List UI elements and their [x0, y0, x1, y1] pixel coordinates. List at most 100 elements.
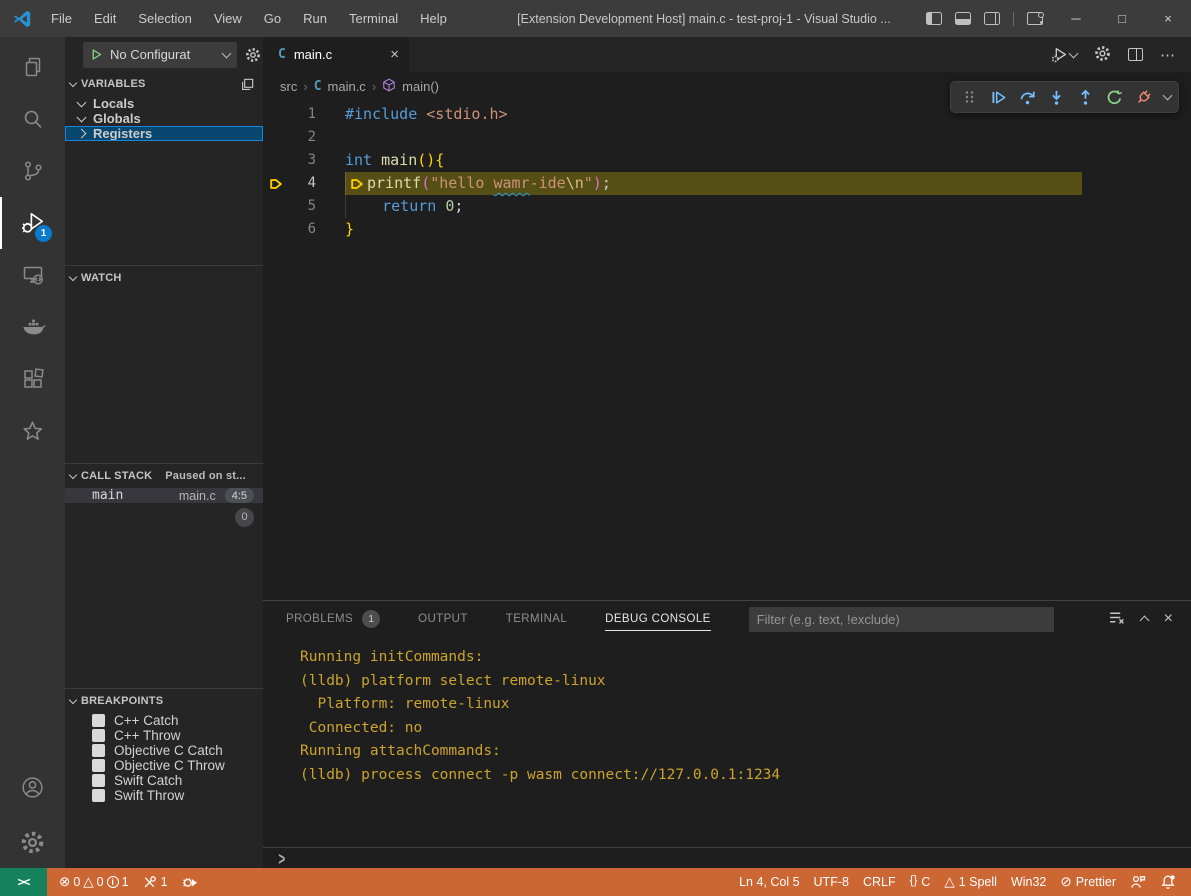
tab-main-c[interactable]: C main.c × — [263, 37, 409, 72]
toolbar-gripper-icon[interactable] — [958, 85, 981, 109]
toggle-panel-icon[interactable] — [955, 12, 971, 25]
breakpoint-row[interactable]: C++ Throw — [65, 728, 263, 743]
call-stack-header[interactable]: CALL STACK Paused on st... — [65, 464, 263, 488]
breakpoint-checkbox[interactable] — [92, 729, 105, 742]
step-out-button[interactable] — [1074, 85, 1097, 109]
language-mode[interactable]: {} C — [903, 875, 938, 889]
panel-tab-debug-console[interactable]: DEBUG CONSOLE — [605, 601, 711, 637]
clear-console-icon[interactable] — [1108, 609, 1125, 629]
remote-indicator[interactable]: >< — [0, 868, 47, 896]
continue-button[interactable] — [987, 85, 1010, 109]
more-actions-icon[interactable]: ⋯ — [1160, 46, 1176, 64]
run-or-debug-button[interactable] — [1051, 46, 1077, 63]
breakpoint-zone[interactable] — [263, 195, 289, 218]
breakpoint-row[interactable]: C++ Catch — [65, 713, 263, 728]
menu-help[interactable]: Help — [409, 0, 458, 37]
activity-docker-icon[interactable] — [0, 301, 65, 353]
activity-source-control-icon[interactable] — [0, 145, 65, 197]
console-filter-input[interactable] — [749, 607, 1054, 632]
editor-settings-gear-icon[interactable] — [1094, 45, 1111, 65]
breakpoint-checkbox[interactable] — [92, 774, 105, 787]
variables-item-locals[interactable]: Locals — [65, 96, 263, 111]
panel-tab-output[interactable]: OUTPUT — [418, 601, 468, 637]
call-stack-frame[interactable]: mainmain.c4:5 — [65, 488, 263, 503]
menu-view[interactable]: View — [203, 0, 253, 37]
activity-account-icon[interactable] — [0, 764, 65, 816]
cursor-position[interactable]: Ln 4, Col 5 — [732, 875, 806, 889]
debug-current-line-arrow-icon[interactable] — [263, 172, 289, 195]
restart-button[interactable] — [1103, 85, 1126, 109]
variables-header[interactable]: VARIABLES — [65, 72, 263, 96]
breakpoint-row[interactable]: Objective C Catch — [65, 743, 263, 758]
menu-terminal[interactable]: Terminal — [338, 0, 409, 37]
gutter[interactable]: 5 — [263, 195, 345, 218]
editor-area[interactable]: src › C main.c › main() — [263, 72, 1191, 600]
menu-run[interactable]: Run — [292, 0, 338, 37]
breadcrumb-file[interactable]: main.c — [328, 79, 366, 94]
activity-extensions-icon[interactable] — [0, 353, 65, 405]
breakpoint-checkbox[interactable] — [92, 744, 105, 757]
menu-go[interactable]: Go — [253, 0, 292, 37]
maximize-button[interactable]: □ — [1099, 0, 1145, 37]
tools-status[interactable]: 1 — [135, 868, 175, 896]
breakpoint-row[interactable]: Objective C Throw — [65, 758, 263, 773]
gutter[interactable]: 2 — [263, 126, 345, 149]
menu-edit[interactable]: Edit — [83, 0, 127, 37]
activity-remote-explorer-icon[interactable] — [0, 249, 65, 301]
platform-status[interactable]: Win32 — [1004, 875, 1053, 889]
breakpoint-row[interactable]: Swift Catch — [65, 773, 263, 788]
code-lines[interactable]: 1#include <stdio.h>23int main(){4printf(… — [263, 100, 1191, 600]
toolbar-chevron-down-icon[interactable] — [1163, 91, 1173, 101]
debug-console-output[interactable]: Running initCommands:(lldb) platform sel… — [263, 637, 1191, 847]
encoding[interactable]: UTF-8 — [807, 875, 856, 889]
step-into-button[interactable] — [1045, 85, 1068, 109]
toggle-secondary-sidebar-icon[interactable] — [984, 12, 1000, 25]
menu-selection[interactable]: Selection — [127, 0, 202, 37]
breakpoint-zone[interactable] — [263, 149, 289, 172]
debug-status[interactable] — [175, 868, 205, 896]
gutter[interactable]: 6 — [263, 218, 345, 241]
notifications-status[interactable] — [1153, 874, 1183, 890]
formatter-status[interactable]: ⊘ Prettier — [1053, 875, 1123, 889]
activity-search-icon[interactable] — [0, 93, 65, 145]
gutter[interactable]: 3 — [263, 149, 345, 172]
minimize-button[interactable]: ─ — [1053, 0, 1099, 37]
breakpoints-header[interactable]: BREAKPOINTS — [65, 689, 263, 713]
gutter[interactable]: 4 — [263, 172, 345, 195]
variables-item-registers[interactable]: Registers — [65, 126, 263, 141]
breakpoint-checkbox[interactable] — [92, 714, 105, 727]
watch-header[interactable]: WATCH — [65, 266, 263, 290]
debug-config-dropdown[interactable]: No Configurat — [83, 42, 237, 68]
maximize-panel-icon[interactable] — [1139, 616, 1149, 626]
toggle-sidebar-icon[interactable] — [926, 12, 942, 25]
debug-settings-gear-icon[interactable] — [245, 47, 261, 63]
breakpoint-checkbox[interactable] — [92, 759, 105, 772]
activity-star-icon[interactable] — [0, 405, 65, 457]
step-over-button[interactable] — [1016, 85, 1039, 109]
gutter[interactable]: 1 — [263, 103, 345, 126]
tab-close-icon[interactable]: × — [390, 46, 399, 63]
panel-tab-terminal[interactable]: TERMINAL — [506, 601, 567, 637]
activity-explorer-icon[interactable] — [0, 41, 65, 93]
eol-sequence[interactable]: CRLF — [856, 875, 903, 889]
breadcrumb-symbol[interactable]: main() — [402, 79, 439, 94]
disconnect-button[interactable] — [1132, 85, 1155, 109]
problems-status[interactable]: ⊗ 0 △ 0 i 1 — [53, 875, 135, 889]
variables-item-globals[interactable]: Globals — [65, 111, 263, 126]
collapse-all-icon[interactable] — [240, 77, 255, 92]
menu-file[interactable]: File — [40, 0, 83, 37]
feedback-status[interactable] — [1123, 874, 1153, 890]
activity-settings-gear-icon[interactable] — [0, 816, 65, 868]
breakpoint-row[interactable]: Swift Throw — [65, 788, 263, 803]
debug-console-input[interactable]: > — [263, 847, 1191, 868]
breadcrumb-src[interactable]: src — [280, 79, 297, 94]
customize-layout-icon[interactable] — [1027, 12, 1043, 25]
spell-checker-status[interactable]: △ 1 Spell — [937, 875, 1004, 889]
breakpoint-zone[interactable] — [263, 218, 289, 241]
close-panel-icon[interactable]: × — [1164, 610, 1173, 628]
close-button[interactable]: × — [1145, 0, 1191, 37]
breakpoint-checkbox[interactable] — [92, 789, 105, 802]
panel-tab-problems[interactable]: PROBLEMS1 — [286, 601, 380, 637]
breakpoint-zone[interactable] — [263, 126, 289, 149]
breakpoint-zone[interactable] — [263, 103, 289, 126]
